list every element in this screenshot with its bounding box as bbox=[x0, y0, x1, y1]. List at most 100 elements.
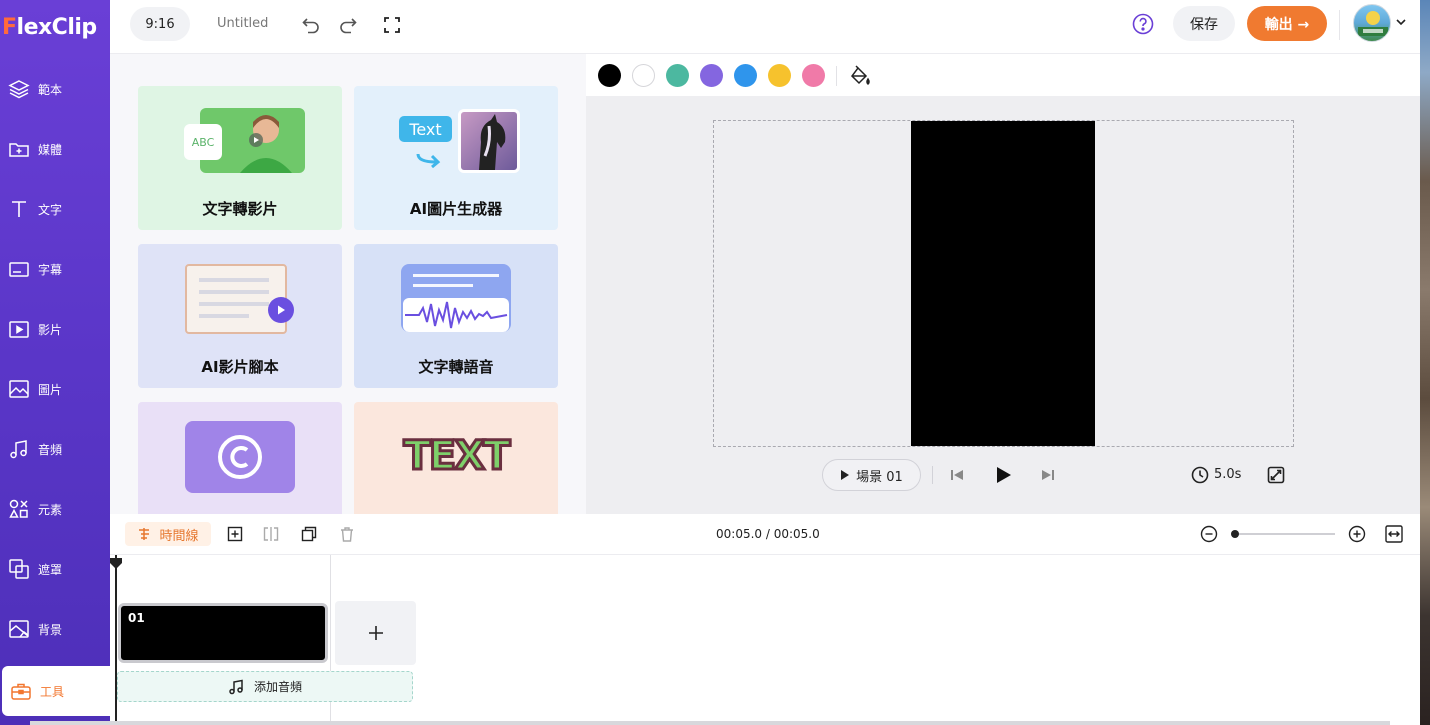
image-icon bbox=[8, 378, 30, 400]
logo[interactable]: FlexClip bbox=[0, 10, 110, 44]
mask-icon bbox=[8, 558, 30, 580]
video-canvas[interactable] bbox=[911, 121, 1095, 446]
play-icon bbox=[841, 470, 850, 480]
sidebar-item-tools[interactable]: 工具 bbox=[2, 666, 110, 716]
tool-card-label: AI影片腳本 bbox=[201, 358, 279, 376]
color-swatch[interactable] bbox=[666, 64, 689, 87]
tool-card-text-effect[interactable]: TEXT bbox=[354, 402, 558, 514]
chevron-down-icon[interactable] bbox=[1394, 14, 1408, 28]
elements-icon bbox=[8, 498, 30, 520]
fit-width-icon[interactable] bbox=[1385, 525, 1403, 543]
tools-panel: ABC 文字轉影片 Text AI圖片生成器 AI影片腳本 文字轉語音 TEXT bbox=[110, 54, 586, 514]
sidebar-item-label: 影片 bbox=[38, 322, 63, 337]
tool-card-text-to-video[interactable]: ABC 文字轉影片 bbox=[138, 86, 342, 230]
expand-icon[interactable] bbox=[1266, 465, 1286, 485]
sidebar-item-label: 元素 bbox=[38, 502, 63, 517]
sidebar-item-label: 遮罩 bbox=[38, 562, 63, 577]
play-icon bbox=[268, 297, 294, 323]
color-swatch[interactable] bbox=[700, 64, 723, 87]
sidebar-item-images[interactable]: 圖片 bbox=[0, 364, 110, 414]
add-audio-label: 添加音頻 bbox=[253, 680, 302, 694]
color-swatch[interactable] bbox=[768, 64, 791, 87]
fullscreen-icon[interactable] bbox=[381, 14, 403, 36]
timeline-toolbar: 時間線 00:05.0 / 00:05.0 bbox=[110, 514, 1420, 555]
color-swatch[interactable] bbox=[734, 64, 757, 87]
duplicate-icon[interactable] bbox=[301, 526, 317, 542]
sidebar-item-audio[interactable]: 音頻 bbox=[0, 424, 110, 474]
folder-plus-icon bbox=[8, 138, 30, 160]
logo-letter: F bbox=[2, 14, 17, 40]
add-scene-icon[interactable] bbox=[227, 526, 243, 542]
text-badge: Text bbox=[399, 116, 452, 142]
sidebar: FlexClip 範本 媒體 文字 字幕 影片 圖片 音頻 元素 遮罩 背景 工… bbox=[0, 0, 110, 725]
playhead-handle-icon[interactable] bbox=[110, 555, 122, 569]
sidebar-item-mask[interactable]: 遮罩 bbox=[0, 544, 110, 594]
zoom-slider-track[interactable] bbox=[1235, 533, 1335, 535]
sidebar-item-label: 工具 bbox=[40, 684, 65, 699]
window-bottom-edge bbox=[30, 721, 1390, 725]
zoom-out-icon[interactable] bbox=[1200, 525, 1218, 543]
background-color-bar bbox=[586, 54, 1420, 96]
sidebar-item-background[interactable]: 背景 bbox=[0, 604, 110, 654]
help-icon[interactable] bbox=[1132, 13, 1154, 35]
timeline-icon bbox=[139, 528, 150, 540]
add-audio-button[interactable]: 添加音頻 bbox=[117, 671, 413, 702]
sidebar-item-label: 文字 bbox=[38, 202, 63, 217]
add-scene-button[interactable] bbox=[335, 601, 416, 665]
music-icon bbox=[229, 679, 243, 694]
sidebar-item-media[interactable]: 媒體 bbox=[0, 124, 110, 174]
sidebar-item-elements[interactable]: 元素 bbox=[0, 484, 110, 534]
color-swatch[interactable] bbox=[598, 64, 621, 87]
tool-card-text-to-speech[interactable]: 文字轉語音 bbox=[354, 244, 558, 388]
color-swatch[interactable] bbox=[802, 64, 825, 87]
flexclip-editor: FlexClip 範本 媒體 文字 字幕 影片 圖片 音頻 元素 遮罩 背景 工… bbox=[0, 0, 1430, 725]
sidebar-item-templates[interactable]: 範本 bbox=[0, 64, 110, 114]
speech-bubble bbox=[401, 264, 511, 332]
project-title[interactable]: Untitled bbox=[217, 16, 268, 31]
timeline-tab-label: 時間線 bbox=[159, 528, 199, 544]
color-swatch[interactable] bbox=[632, 64, 655, 87]
subtitle-icon bbox=[8, 258, 30, 280]
zoom-in-icon[interactable] bbox=[1348, 525, 1366, 543]
player-divider bbox=[932, 466, 933, 484]
redo-icon[interactable] bbox=[337, 14, 359, 36]
desktop-background bbox=[1420, 0, 1430, 725]
logo-text: lexClip bbox=[16, 14, 98, 40]
text-effect-art: TEXT bbox=[402, 432, 512, 481]
skip-back-icon[interactable] bbox=[947, 465, 967, 485]
save-button[interactable]: 保存 bbox=[1173, 6, 1235, 41]
arrow-right-icon bbox=[416, 150, 444, 172]
scene-clip[interactable]: 01 bbox=[118, 603, 328, 663]
plus-icon bbox=[368, 626, 383, 640]
layers-icon bbox=[8, 78, 30, 100]
play-scene-button[interactable]: 場景 01 bbox=[822, 459, 921, 491]
undo-icon[interactable] bbox=[300, 14, 322, 36]
sidebar-item-label: 範本 bbox=[38, 82, 63, 97]
sidebar-item-label: 字幕 bbox=[38, 262, 63, 277]
sidebar-item-text[interactable]: 文字 bbox=[0, 184, 110, 234]
header-divider bbox=[1339, 10, 1340, 40]
aspect-ratio-button[interactable]: 9:16 bbox=[130, 7, 190, 41]
sidebar-item-label: 音頻 bbox=[38, 442, 63, 457]
sidebar-item-label: 背景 bbox=[38, 622, 63, 637]
avatar[interactable] bbox=[1353, 4, 1391, 42]
music-icon bbox=[8, 438, 30, 460]
header-toolbar: 9:16 Untitled 保存 輸出 → bbox=[110, 0, 1420, 54]
timeline-tab[interactable]: 時間線 bbox=[125, 522, 211, 546]
tool-card-label: AI圖片生成器 bbox=[409, 200, 503, 218]
play-icon[interactable] bbox=[994, 465, 1014, 485]
split-icon[interactable] bbox=[263, 526, 279, 542]
duration-label[interactable]: 5.0s bbox=[1214, 467, 1241, 482]
sidebar-item-subtitles[interactable]: 字幕 bbox=[0, 244, 110, 294]
script-document bbox=[185, 264, 287, 334]
tool-card-ai-script[interactable]: AI影片腳本 bbox=[138, 244, 342, 388]
tool-card-ai-image[interactable]: Text AI圖片生成器 bbox=[354, 86, 558, 230]
zoom-slider-handle[interactable] bbox=[1231, 530, 1239, 538]
skip-forward-icon[interactable] bbox=[1038, 465, 1058, 485]
trash-icon[interactable] bbox=[339, 526, 355, 542]
sidebar-item-label: 媒體 bbox=[38, 142, 63, 157]
paint-bucket-icon[interactable] bbox=[849, 65, 871, 87]
export-button[interactable]: 輸出 → bbox=[1247, 6, 1327, 41]
sidebar-item-video[interactable]: 影片 bbox=[0, 304, 110, 354]
tool-card-copyright[interactable] bbox=[138, 402, 342, 514]
